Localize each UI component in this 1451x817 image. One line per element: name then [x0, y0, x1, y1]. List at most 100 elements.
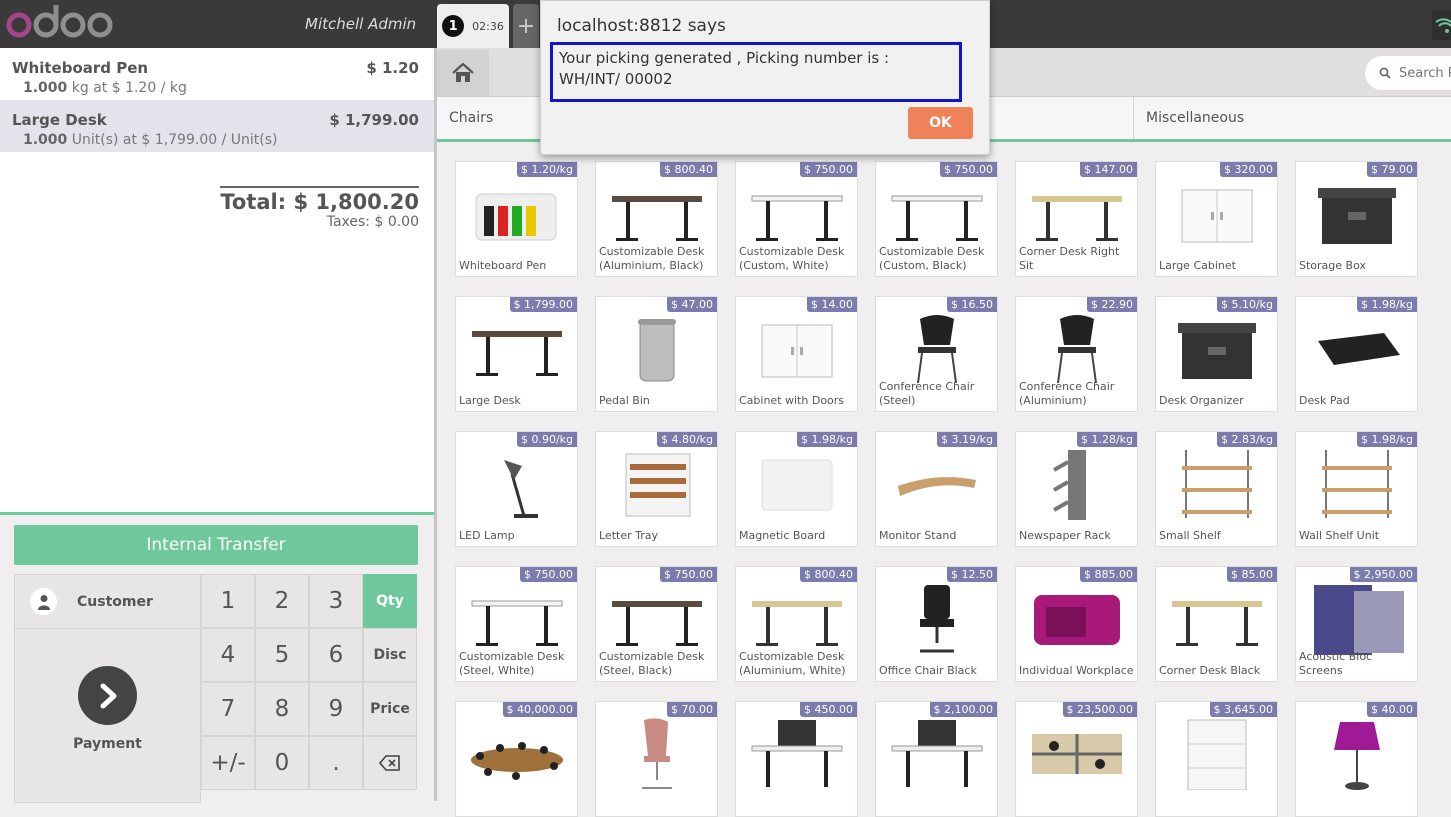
product-price: $ 3,645.00	[1209, 702, 1277, 717]
order-tab[interactable]: 1 02:36	[437, 4, 509, 48]
product-card[interactable]: $ 320.00 Large Cabinet	[1155, 161, 1278, 277]
product-price: $ 1.28/kg	[1076, 432, 1137, 447]
qty-mode-button[interactable]: Qty	[363, 574, 417, 628]
product-card[interactable]: $ 40,000.00	[455, 701, 578, 817]
product-card[interactable]: $ 1.98/kg Magnetic Board	[735, 431, 858, 547]
product-card[interactable]: $ 3.19/kg Monitor Stand	[875, 431, 998, 547]
search-input[interactable]	[1397, 64, 1451, 82]
product-card[interactable]: $ 2,950.00 Acoustic Bloc Screens	[1295, 566, 1418, 682]
product-card[interactable]: $ 2,100.00	[875, 701, 998, 817]
lamp-icon	[504, 460, 538, 518]
product-price: $ 2,100.00	[929, 702, 997, 717]
key-1[interactable]: 1	[201, 574, 255, 628]
product-card[interactable]: $ 14.00 Cabinet with Doors	[735, 296, 858, 412]
key-2[interactable]: 2	[255, 574, 309, 628]
product-name: Customizable Desk (Custom, Black)	[879, 245, 985, 272]
product-card[interactable]: $ 70.00	[595, 701, 718, 817]
order-line-detail: Unit(s) at $ 1,799.00 / Unit(s)	[71, 132, 278, 148]
product-card[interactable]: $ 1.98/kg Wall Shelf Unit	[1295, 431, 1418, 547]
pink-chair-icon	[642, 718, 672, 789]
product-card[interactable]: $ 40.00	[1295, 701, 1418, 817]
desk-dark-icon	[472, 331, 562, 376]
key-9[interactable]: 9	[309, 682, 363, 736]
key-4[interactable]: 4	[201, 628, 255, 682]
order-line-selected[interactable]: Large Desk $ 1,799.00 1.000 Unit(s) at $…	[0, 100, 434, 152]
internal-transfer-button[interactable]: Internal Transfer	[14, 525, 418, 565]
key-6[interactable]: 6	[309, 628, 363, 682]
product-card[interactable]: $ 5.10/kg Desk Organizer	[1155, 296, 1278, 412]
product-name: Customizable Desk (Custom, White)	[739, 245, 845, 272]
user-name[interactable]: Mitchell Admin	[305, 15, 416, 33]
product-card[interactable]: $ 85.00 Corner Desk Black	[1155, 566, 1278, 682]
product-price: $ 750.00	[520, 567, 577, 582]
category-miscellaneous[interactable]: Miscellaneous	[1133, 97, 1451, 139]
order-line[interactable]: Whiteboard Pen $ 1.20 1.000 kg at $ 1.20…	[0, 48, 434, 100]
backspace-icon	[379, 755, 400, 771]
customer-label: Customer	[77, 593, 153, 610]
ok-button[interactable]: OK	[908, 107, 973, 139]
product-card[interactable]: $ 0.90/kg LED Lamp	[455, 431, 578, 547]
product-card[interactable]: $ 79.00 Storage Box	[1295, 161, 1418, 277]
product-card[interactable]: $ 23,500.00	[1015, 701, 1138, 817]
payment-button[interactable]: Payment	[14, 628, 201, 803]
key-3[interactable]: 3	[309, 574, 363, 628]
dialog-title: localhost:8812 says	[557, 16, 726, 36]
product-card[interactable]: $ 22.90 Conference Chair (Aluminium)	[1015, 296, 1138, 412]
order-taxes: Taxes: $ 0.00	[326, 214, 419, 230]
product-price: $ 147.00	[1080, 162, 1137, 177]
product-card[interactable]: $ 450.00	[735, 701, 858, 817]
product-card[interactable]: $ 3,645.00	[1155, 701, 1278, 817]
product-card[interactable]: $ 750.00 Customizable Desk (Custom, White…	[735, 161, 858, 277]
product-price: $ 2,950.00	[1349, 567, 1417, 582]
decimal-key[interactable]: .	[309, 736, 363, 790]
product-name: Storage Box	[1299, 259, 1366, 272]
table-icon	[471, 742, 563, 780]
disc-mode-button[interactable]: Disc	[363, 628, 417, 682]
backspace-key[interactable]	[363, 736, 417, 790]
product-card[interactable]: $ 1.98/kg Desk Pad	[1295, 296, 1418, 412]
product-card[interactable]: $ 1.20/kg Whiteboard Pen	[455, 161, 578, 277]
product-name: Monitor Stand	[879, 529, 957, 542]
search-icon	[1379, 64, 1391, 83]
workstations-icon	[1032, 734, 1122, 774]
product-card[interactable]: $ 750.00 Customizable Desk (Steel, White)	[455, 566, 578, 682]
product-card[interactable]: $ 2.83/kg Small Shelf	[1155, 431, 1278, 547]
product-card[interactable]: $ 147.00 Corner Desk Right Sit	[1015, 161, 1138, 277]
new-order-button[interactable]: +	[513, 4, 539, 48]
home-icon	[452, 63, 474, 82]
home-button[interactable]	[437, 50, 489, 96]
key-5[interactable]: 5	[255, 628, 309, 682]
category-chairs[interactable]: Chairs	[449, 97, 493, 139]
product-card[interactable]: $ 750.00 Customizable Desk (Custom, Black…	[875, 161, 998, 277]
product-card[interactable]: $ 1,799.00 Large Desk	[455, 296, 578, 412]
user-icon	[30, 588, 57, 615]
search-box[interactable]	[1365, 56, 1451, 90]
box-icon	[1178, 323, 1256, 379]
customer-button[interactable]: Customer	[14, 574, 201, 629]
product-card[interactable]: $ 12.50 Office Chair Black	[875, 566, 998, 682]
product-card[interactable]: $ 800.40 Customizable Desk (Aluminium, Bl…	[595, 161, 718, 277]
product-name: Customizable Desk (Steel, White)	[459, 650, 565, 677]
product-name: Acoustic Bloc Screens	[1299, 650, 1373, 677]
key-8[interactable]: 8	[255, 682, 309, 736]
product-card[interactable]: $ 1.28/kg Newspaper Rack	[1015, 431, 1138, 547]
product-card[interactable]: $ 4.80/kg Letter Tray	[595, 431, 718, 547]
product-name: Corner Desk Black	[1159, 664, 1261, 677]
key-7[interactable]: 7	[201, 682, 255, 736]
plus-minus-key[interactable]: +/-	[201, 736, 255, 790]
product-card[interactable]: $ 750.00 Customizable Desk (Steel, Black)	[595, 566, 718, 682]
price-mode-button[interactable]: Price	[363, 682, 417, 736]
product-card[interactable]: $ 800.40 Customizable Desk (Aluminium, Wh…	[735, 566, 858, 682]
stand-icon	[898, 477, 976, 496]
key-0[interactable]: 0	[255, 736, 309, 790]
desk-dark-icon	[612, 601, 702, 646]
product-name: Cabinet with Doors	[739, 394, 845, 407]
order-lines: Whiteboard Pen $ 1.20 1.000 kg at $ 1.20…	[0, 48, 434, 514]
product-card[interactable]: $ 885.00 Individual Workplace	[1015, 566, 1138, 682]
product-price: $ 40.00	[1367, 702, 1417, 717]
product-name: Letter Tray	[599, 529, 658, 542]
product-price: $ 1.98/kg	[1356, 297, 1417, 312]
product-card[interactable]: $ 47.00 Pedal Bin	[595, 296, 718, 412]
product-name: LED Lamp	[459, 529, 515, 542]
product-card[interactable]: $ 16.50 Conference Chair (Steel)	[875, 296, 998, 412]
